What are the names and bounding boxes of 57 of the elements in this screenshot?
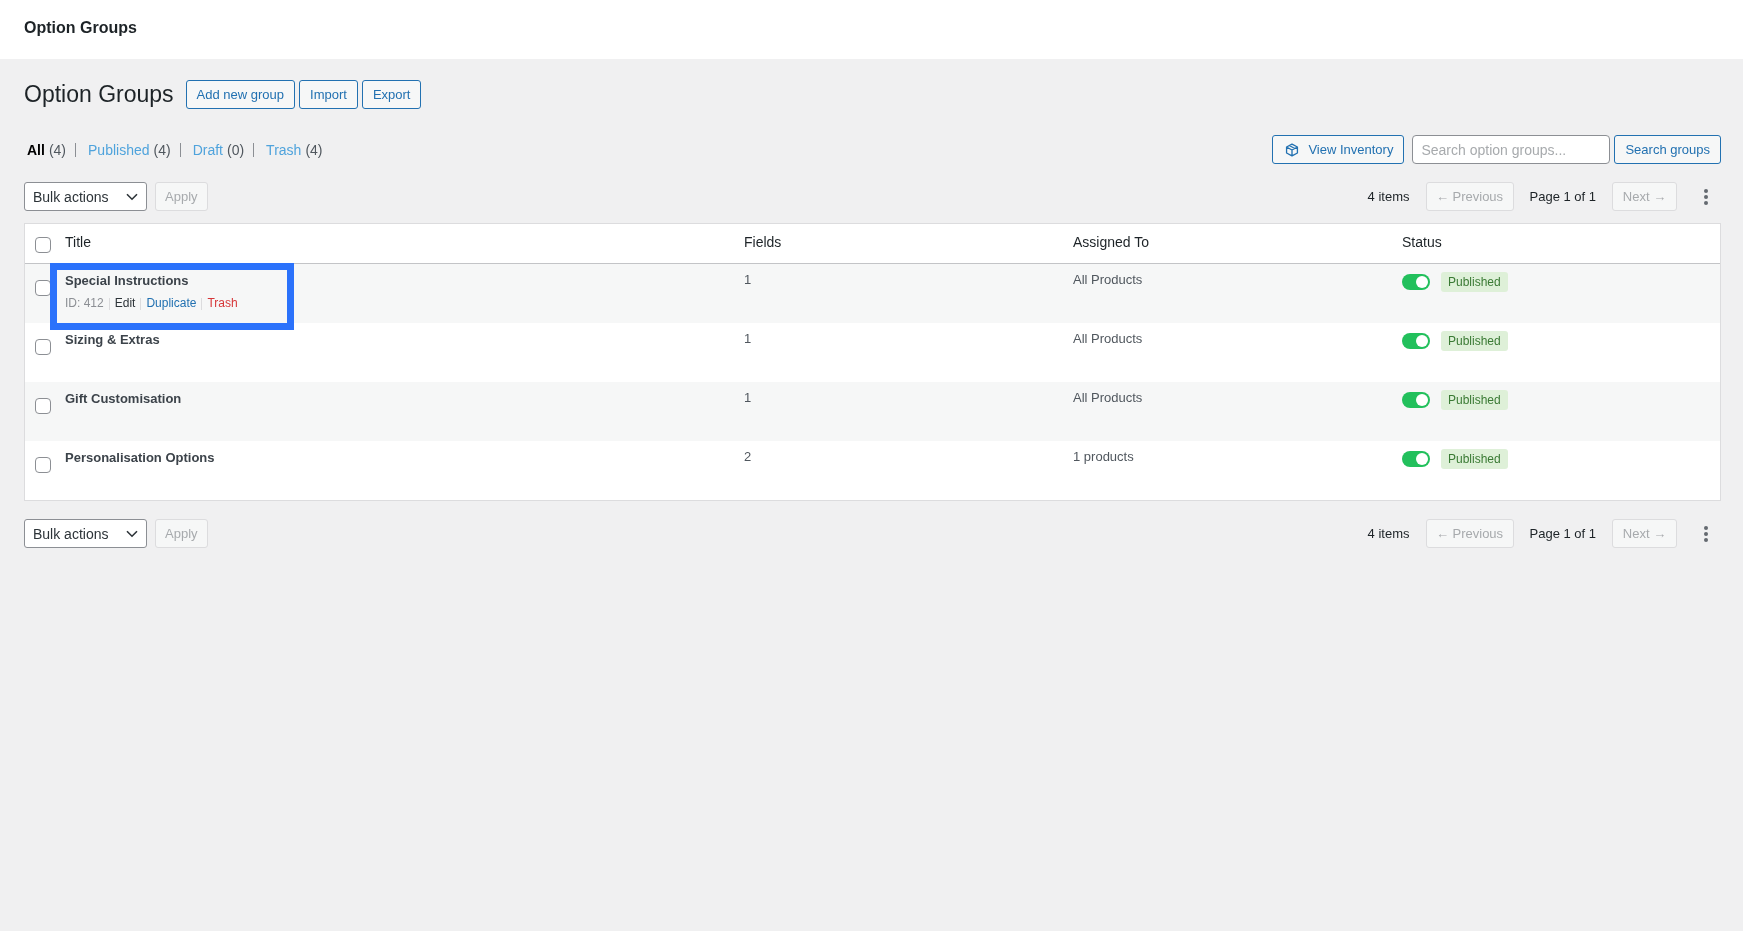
bulk-actions-dropdown[interactable]: Bulk actions <box>24 182 147 211</box>
cube-icon <box>1285 142 1300 157</box>
filter-count: (4) <box>153 141 171 158</box>
view-inventory-button[interactable]: View Inventory <box>1272 135 1405 164</box>
page-action-button[interactable]: Import <box>299 80 358 109</box>
group-title[interactable]: Gift Customisation <box>65 391 182 406</box>
row-checkbox[interactable] <box>35 339 51 355</box>
fields-value: 1 <box>744 331 752 346</box>
header-title: Option Groups <box>24 19 137 37</box>
status-badge: Published <box>1441 390 1508 410</box>
filter-link[interactable]: All <box>27 141 45 158</box>
bulk-actions-dropdown[interactable]: Bulk actions <box>24 519 147 548</box>
row-checkbox[interactable] <box>35 398 51 414</box>
items-count: 4 items <box>1367 526 1410 541</box>
status-toggle[interactable] <box>1402 392 1430 408</box>
fields-value: 1 <box>744 272 752 287</box>
group-title[interactable]: Sizing & Extras <box>65 332 160 347</box>
column-header: Assigned To <box>1073 234 1149 250</box>
page-indicator: Page 1 of 1 <box>1529 189 1596 204</box>
row-checkbox[interactable] <box>35 457 51 473</box>
assigned-to-text: 1 products <box>1073 449 1134 464</box>
select-all-checkbox[interactable] <box>35 236 51 253</box>
status-badge: Published <box>1441 331 1508 351</box>
column-header: Status <box>1402 234 1442 250</box>
fields-value: 1 <box>744 390 752 405</box>
column-header: Fields <box>744 234 782 250</box>
filter-count: (0) <box>227 141 245 158</box>
status-badge: Published <box>1441 272 1508 292</box>
chevron-down-icon <box>126 192 138 201</box>
row-action-link[interactable]: Duplicate <box>146 296 197 311</box>
assigned-to-text: All Products <box>1073 390 1143 405</box>
page-indicator: Page 1 of 1 <box>1529 526 1596 541</box>
assigned-to-text: All Products <box>1073 331 1143 346</box>
group-title[interactable]: Personalisation Options <box>65 450 215 465</box>
search-field[interactable]: Search option groups... <box>1412 135 1611 164</box>
row-action-link[interactable]: Edit <box>114 296 136 311</box>
group-id: ID: 412 <box>65 296 104 311</box>
row-action-link[interactable]: Trash <box>207 296 238 311</box>
filter-count: (4) <box>48 141 66 158</box>
search-button[interactable]: Search groups <box>1614 135 1721 164</box>
fields-value: 2 <box>744 449 752 464</box>
filter-count: (4) <box>305 141 323 158</box>
page-title: Option Groups <box>24 80 174 109</box>
group-title[interactable]: Special Instructions <box>65 273 189 288</box>
items-count: 4 items <box>1367 189 1410 204</box>
chevron-down-icon <box>126 529 138 538</box>
status-toggle[interactable] <box>1402 333 1430 349</box>
status-toggle[interactable] <box>1402 274 1430 290</box>
more-options-icon[interactable] <box>1704 188 1708 205</box>
status-badge: Published <box>1441 449 1508 469</box>
column-header: Title <box>65 234 91 250</box>
page-action-button[interactable]: Export <box>361 80 422 109</box>
status-toggle[interactable] <box>1402 451 1430 467</box>
row-checkbox[interactable] <box>35 280 51 296</box>
assigned-to-text: All Products <box>1073 272 1143 287</box>
more-options-icon[interactable] <box>1704 525 1708 542</box>
page-action-button[interactable]: Add new group <box>185 80 296 109</box>
